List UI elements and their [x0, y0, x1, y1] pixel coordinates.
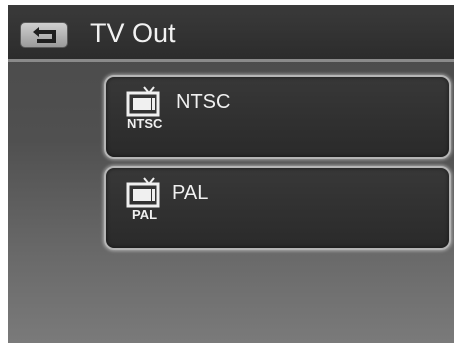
tv-icon: NTSC — [126, 86, 163, 131]
ntsc-option-button[interactable]: NTSC NTSC — [104, 75, 451, 159]
tv-out-menu: TV Out NTSC NTSC PAL PAL — [8, 5, 454, 343]
camera-screen-frame: TV Out NTSC NTSC PAL PAL — [0, 0, 454, 343]
back-button[interactable] — [20, 22, 68, 48]
pal-option-button[interactable]: PAL PAL — [104, 166, 451, 250]
back-arrow-icon — [33, 27, 56, 43]
tv-icon: PAL — [126, 177, 160, 222]
ntsc-label: NTSC — [176, 91, 231, 113]
ntsc-icon-label: NTSC — [127, 116, 163, 131]
pal-label: PAL — [172, 182, 209, 204]
pal-icon-label: PAL — [132, 207, 157, 222]
title-bar: TV Out — [8, 5, 454, 62]
page-title: TV Out — [90, 18, 176, 48]
